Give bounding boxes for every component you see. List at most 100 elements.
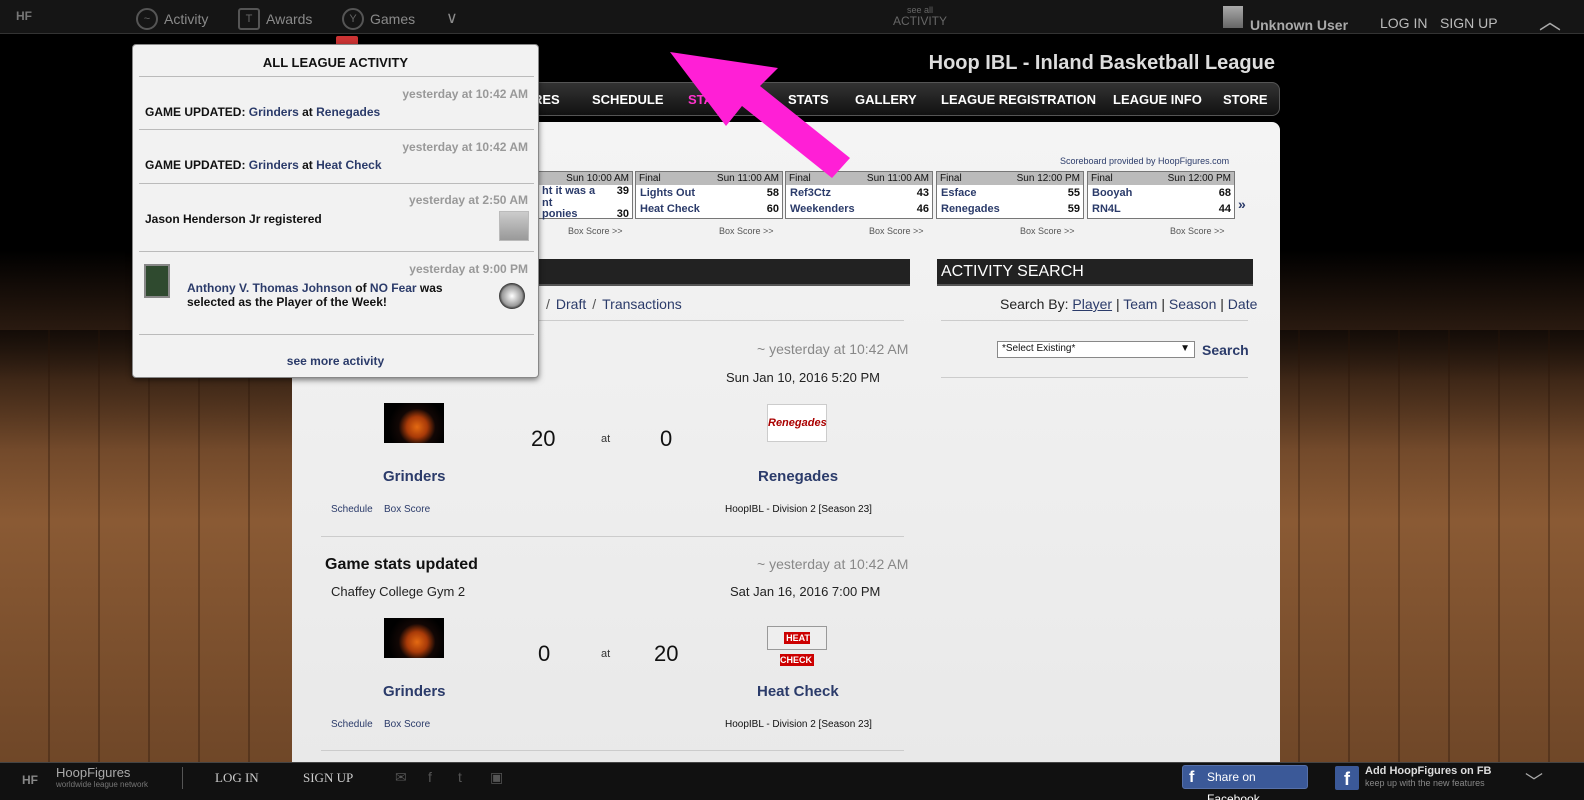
heat-check-logo[interactable]: HEAT CHECK — [767, 626, 827, 666]
game-status: Final — [940, 173, 962, 184]
home-team-link[interactable]: Grinders — [383, 683, 446, 700]
awards-label: Awards — [266, 11, 313, 27]
brand-name[interactable]: HoopFigures — [56, 765, 130, 780]
grinders-logo[interactable] — [384, 403, 444, 443]
mail-icon[interactable]: ✉ — [395, 769, 407, 786]
separator — [182, 767, 183, 789]
box-score-link[interactable]: Box Score >> — [869, 226, 924, 236]
divider — [139, 251, 534, 252]
hf-logo[interactable]: HF — [22, 773, 38, 787]
box-score-link[interactable]: Box Score >> — [568, 226, 623, 236]
option-date[interactable]: Date — [1228, 296, 1258, 312]
score-card[interactable]: Final Sun 12:00 PM Esface 55 Renegades 59 — [936, 171, 1084, 219]
trophy-icon: T — [238, 8, 260, 30]
select-existing-dropdown[interactable]: *Select Existing* ▼ — [997, 341, 1195, 358]
nav-league-registration[interactable]: LEAGUE REGISTRATION — [941, 92, 1096, 107]
team-link[interactable]: Renegades — [316, 105, 380, 119]
share-on-facebook-button[interactable]: Share on Facebook — [1182, 765, 1308, 800]
at-label: at — [601, 433, 611, 445]
option-team[interactable]: Team — [1123, 296, 1157, 312]
activity-was: was — [416, 281, 443, 295]
search-by-options: Search By: Player | Team | Season | Date — [1000, 296, 1258, 312]
home-team-link[interactable]: Grinders — [383, 468, 446, 485]
game-date: Sat Jan 16, 2016 7:00 PM — [730, 584, 881, 599]
away-score: 20 — [654, 641, 679, 666]
see-more-activity-link[interactable]: see more activity — [133, 354, 538, 368]
schedule-link[interactable]: Schedule — [331, 504, 373, 515]
youtube-icon[interactable]: ▣ — [490, 769, 503, 786]
schedule-link[interactable]: Schedule — [331, 719, 373, 730]
renegades-logo[interactable]: Renegades — [767, 404, 827, 442]
collapse-down-icon[interactable]: ﹀ — [1525, 768, 1543, 794]
box-score-link[interactable]: Box Score >> — [1170, 226, 1225, 236]
team-link[interactable]: Grinders — [249, 105, 299, 119]
user-avatar — [499, 211, 529, 241]
game-time: Sun 10:00 AM — [566, 173, 629, 184]
score-card[interactable]: Final Sun 12:00 PM Booyah 68 RN4L 44 — [1087, 171, 1235, 219]
away-team-link[interactable]: Renegades — [758, 468, 838, 485]
option-player[interactable]: Player — [1072, 296, 1112, 312]
team-score: 43 — [916, 187, 929, 199]
awards-menu[interactable]: T Awards — [238, 8, 312, 30]
box-score-link[interactable]: Box Score — [384, 504, 430, 515]
games-label: Games — [370, 11, 416, 27]
feed-item-time: ~ yesterday at 10:42 AM — [757, 341, 909, 357]
activity-item[interactable]: Anthony V. Thomas Johnson of NO Fear was — [187, 281, 443, 295]
option-season[interactable]: Season — [1169, 296, 1216, 312]
player-link[interactable]: Anthony V. Thomas Johnson — [187, 281, 352, 295]
team-name[interactable]: Esface — [941, 185, 976, 201]
scoreboard-next-icon[interactable]: » — [1238, 196, 1246, 212]
divider — [321, 750, 904, 751]
activity-menu[interactable]: ~ Activity — [136, 8, 208, 30]
team-name[interactable]: Booyah — [1092, 185, 1132, 201]
games-menu[interactable]: Y Games — [342, 8, 415, 30]
basketball-icon: Y — [342, 8, 364, 30]
activity-prefix: GAME UPDATED: — [145, 158, 249, 172]
activity-search-header: ACTIVITY SEARCH — [937, 259, 1253, 286]
add-facebook-link[interactable]: Add HoopFigures on FB — [1365, 765, 1491, 777]
more-chevron-down-icon[interactable]: ∨ — [446, 8, 458, 28]
nav-league-info[interactable]: LEAGUE INFO — [1113, 92, 1202, 107]
tab-transactions[interactable]: Transactions — [602, 296, 682, 312]
facebook-icon[interactable]: f — [1335, 766, 1359, 790]
activity-of: of — [351, 281, 370, 295]
box-score-link[interactable]: Box Score — [384, 719, 430, 730]
activity-item[interactable]: GAME UPDATED: Grinders at Renegades — [145, 105, 380, 119]
tab-draft[interactable]: Draft — [556, 296, 586, 312]
nav-schedule[interactable]: SCHEDULE — [592, 92, 664, 107]
login-link[interactable]: LOG IN — [1380, 15, 1427, 31]
box-score-link[interactable]: Box Score >> — [719, 226, 774, 236]
division-label: HoopIBL - Division 2 [Season 23] — [725, 504, 872, 515]
nav-store[interactable]: STORE — [1223, 92, 1268, 107]
bottom-login-link[interactable]: LOG IN — [215, 770, 259, 786]
user-name: Unknown User — [1250, 17, 1349, 33]
bottom-signup-link[interactable]: SIGN UP — [303, 770, 353, 786]
game-status: Final — [639, 173, 661, 184]
team-name[interactable]: RN4L — [1092, 201, 1121, 217]
team-name[interactable]: Renegades — [941, 201, 1000, 217]
league-title: Hoop IBL - Inland Basketball League — [928, 52, 1275, 74]
team-link[interactable]: Grinders — [249, 158, 299, 172]
grinders-logo[interactable] — [384, 618, 444, 658]
box-score-link[interactable]: Box Score >> — [1020, 226, 1075, 236]
team-score: 39 — [616, 185, 629, 197]
pulse-icon: ~ — [136, 8, 158, 30]
dropdown-arrow-icon: ▼ — [1180, 343, 1190, 354]
facebook-icon[interactable]: f — [428, 769, 432, 785]
activity-item[interactable]: Jason Henderson Jr registered — [145, 212, 322, 226]
search-button[interactable]: Search — [1202, 342, 1249, 358]
activity-item[interactable]: GAME UPDATED: Grinders at Heat Check — [145, 158, 382, 172]
hf-logo[interactable]: HF — [16, 9, 32, 23]
collapse-up-icon[interactable]: ︿ — [1532, 4, 1568, 34]
away-team-link[interactable]: Heat Check — [757, 683, 839, 700]
team-score: 30 — [616, 208, 629, 220]
scoreboard-credit[interactable]: Scoreboard provided by HoopFigures.com — [1060, 156, 1229, 166]
user-avatar — [1223, 6, 1243, 28]
team-link[interactable]: NO Fear — [370, 281, 417, 295]
signup-link[interactable]: SIGN UP — [1440, 15, 1498, 31]
team-link[interactable]: Heat Check — [316, 158, 381, 172]
add-facebook-sub: keep up with the new features — [1365, 778, 1485, 788]
see-all-activity-link[interactable]: see all ACTIVITY — [880, 5, 960, 27]
activity-at: at — [298, 158, 317, 172]
twitter-icon[interactable]: t — [458, 769, 462, 785]
